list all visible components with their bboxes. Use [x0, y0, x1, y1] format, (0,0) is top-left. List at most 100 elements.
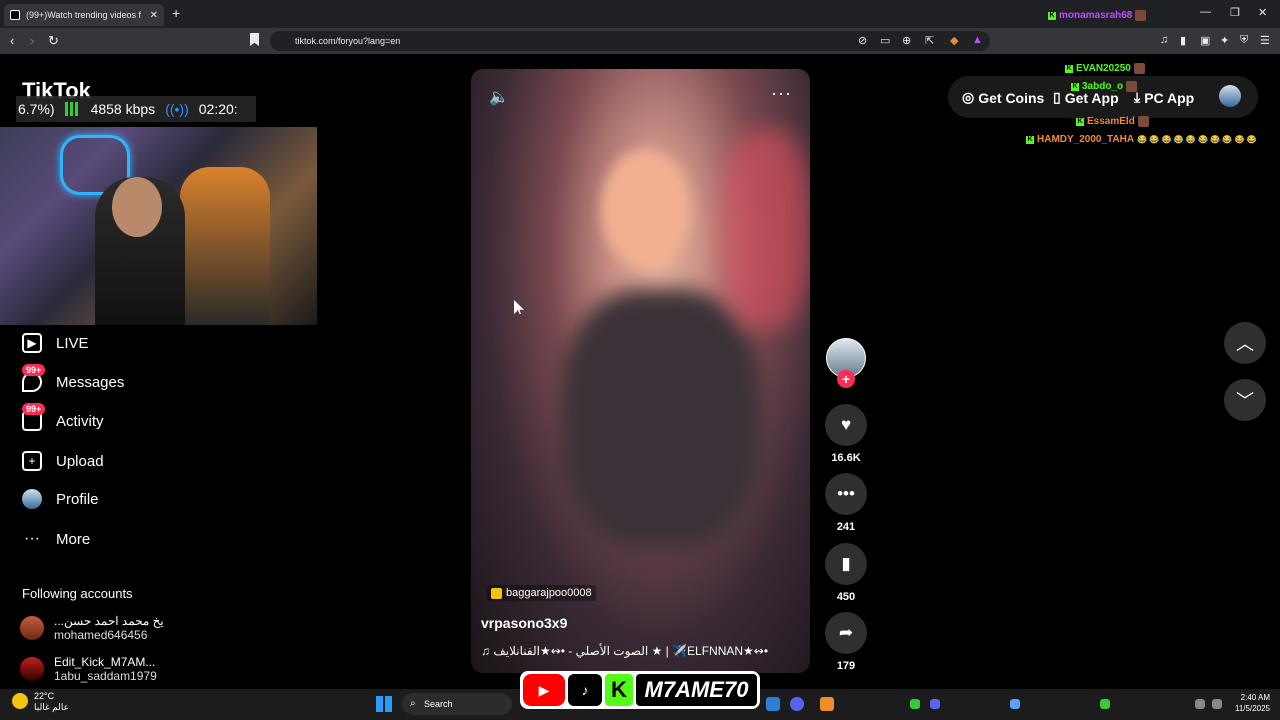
comment-icon: •••: [837, 484, 855, 503]
coin-icon: ◎: [962, 89, 975, 105]
taskbar-search[interactable]: ⌕ Search: [402, 693, 512, 715]
menu-icon[interactable]: ☰: [1260, 34, 1270, 47]
avatar: [20, 657, 44, 681]
minimize-icon[interactable]: —: [1200, 6, 1211, 18]
rewards-icon[interactable]: ▲: [972, 34, 983, 46]
profile-icon: [22, 489, 42, 509]
sidebar-icon[interactable]: ▮: [1180, 34, 1186, 47]
close-window-icon[interactable]: ✕: [1258, 6, 1267, 19]
tray-icon[interactable]: [1100, 699, 1110, 709]
account-name: Edit_Kick_M7AM...: [54, 655, 156, 669]
forward-icon[interactable]: ›: [30, 33, 34, 48]
drop-percent: 6.7%): [18, 101, 55, 117]
tiktok-favicon-icon: [10, 10, 20, 20]
get-coins-label: Get Coins: [978, 89, 1045, 106]
tab-close-icon[interactable]: ✕: [150, 10, 158, 21]
nav-profile[interactable]: Profile: [22, 489, 99, 509]
pc-app-button[interactable]: ⤓ PC App: [1134, 89, 1194, 106]
chat-message: K EssamEld: [1076, 116, 1149, 127]
following-account[interactable]: Edit_Kick_M7AM... 1abu_saddam1979: [20, 655, 157, 683]
network-icon[interactable]: [1195, 699, 1205, 709]
tray-icon[interactable]: [910, 699, 920, 709]
share-button[interactable]: ➦: [825, 612, 867, 654]
youtube-icon: ▶: [523, 674, 565, 706]
discord-icon[interactable]: [790, 697, 804, 711]
nav-more[interactable]: ··· More: [22, 529, 90, 549]
volume-tray-icon[interactable]: [1212, 699, 1222, 709]
wallet-icon[interactable]: ▣: [1200, 34, 1210, 47]
maximize-icon[interactable]: ❐: [1230, 6, 1240, 19]
more-icon: ···: [24, 530, 40, 547]
chat-message: K monamasrah68: [1048, 10, 1147, 21]
nav-live[interactable]: ▶ LIVE: [22, 333, 89, 353]
next-video-button[interactable]: ﹀: [1224, 379, 1266, 421]
video-music[interactable]: ♫ الصوت الأصلي - •↭★الفنانلايف ★ | ✈️ELF…: [481, 644, 768, 658]
video-tag-text: baggarajpoo0008: [506, 587, 592, 599]
activity-badge: 99+: [22, 403, 46, 415]
stream-stats-overlay: 6.7%) 4858 kbps ((•)) 02:20:: [16, 96, 256, 122]
chat-username: monamasrah68: [1059, 10, 1133, 21]
browser-tab[interactable]: (99+)Watch trending videos f ✕: [4, 4, 164, 26]
streamer-head: [112, 177, 162, 237]
get-coins-button[interactable]: ◎ Get Coins: [962, 89, 1044, 106]
search-label: Search: [424, 699, 453, 709]
nav-activity[interactable]: 99+ Activity: [22, 403, 104, 431]
chat-username: EssamEld: [1087, 116, 1135, 127]
streamer-name: M7AME70: [636, 674, 757, 706]
new-tab-button[interactable]: +: [172, 5, 180, 21]
windows-start-icon[interactable]: [376, 696, 392, 712]
music-icon[interactable]: ♫: [1160, 34, 1168, 46]
bookmark-icon[interactable]: [250, 33, 259, 46]
leo-icon[interactable]: ✦: [1220, 34, 1229, 47]
weather-text: عالم غالبا: [34, 702, 69, 712]
kick-icon: K: [1065, 64, 1073, 73]
phone-icon: ▯: [1053, 89, 1061, 105]
user-avatar[interactable]: [1219, 85, 1241, 107]
emote-icon: [1135, 10, 1147, 21]
nav-messages[interactable]: 99+ Messages: [22, 364, 124, 392]
screen-icon[interactable]: ▭: [880, 34, 890, 47]
kick-icon: K: [1048, 11, 1056, 20]
chat-username: 3abdo_o: [1082, 81, 1124, 92]
back-icon[interactable]: ‹: [10, 33, 14, 48]
weather-icon: [12, 693, 28, 709]
share-icon[interactable]: ⇱: [925, 34, 934, 47]
translate-icon[interactable]: ⊘: [858, 34, 867, 47]
following-account[interactable]: ...يخ محمد احمد حسن mohamed646456: [20, 614, 164, 642]
weather-widget[interactable]: 22°C عالم غالبا: [12, 691, 69, 713]
volume-icon[interactable]: 🔈: [489, 87, 509, 107]
brave-shield-icon[interactable]: ◆: [950, 34, 958, 47]
tray-icon[interactable]: [930, 699, 940, 709]
app-icon[interactable]: [820, 697, 834, 711]
vpn-icon[interactable]: ⛨: [1240, 34, 1248, 47]
video-tag[interactable]: baggarajpoo0008: [487, 585, 596, 601]
previous-video-button[interactable]: ︿: [1224, 322, 1266, 364]
gaming-chair: [180, 167, 270, 325]
app-icon[interactable]: [766, 697, 780, 711]
video-player[interactable]: 🔈 ··· baggarajpoo0008 vrpasono3x9 ♫ الصو…: [471, 69, 810, 673]
like-button[interactable]: ♥: [825, 404, 867, 446]
chevron-up-icon: ︿: [1236, 334, 1254, 354]
clock-date: 11/5/2025: [1235, 704, 1270, 713]
nav-label: Upload: [56, 452, 104, 470]
save-button[interactable]: ▮: [825, 543, 867, 585]
save-count: 450: [836, 591, 856, 603]
emote-icon: [1133, 63, 1145, 74]
tray-icon[interactable]: [1010, 699, 1020, 709]
video-username[interactable]: vrpasono3x9: [481, 615, 567, 631]
reload-icon[interactable]: ↻: [48, 33, 59, 49]
live-icon: ▶: [22, 333, 42, 353]
system-clock[interactable]: 2:40 AM 11/5/2025: [1226, 692, 1270, 714]
emote-icon: [1137, 116, 1149, 127]
comment-button[interactable]: •••: [825, 473, 867, 515]
zoom-icon[interactable]: ⊕: [902, 34, 911, 47]
nav-upload[interactable]: + Upload: [22, 451, 104, 471]
chat-message: K EVAN20250: [1065, 63, 1145, 74]
chat-message: K HAMDY_2000_TAHA 😂 😂 😂 😂 😂 😂 😂 😂 😂 😂: [1026, 134, 1257, 145]
video-more-icon[interactable]: ···: [771, 83, 792, 104]
pc-app-label: PC App: [1144, 89, 1195, 106]
nav-label: Profile: [56, 490, 99, 508]
account-username: 1abu_saddam1979: [54, 669, 157, 683]
tiktok-brand-icon: ♪: [568, 674, 602, 706]
follow-plus-icon[interactable]: +: [837, 370, 855, 388]
